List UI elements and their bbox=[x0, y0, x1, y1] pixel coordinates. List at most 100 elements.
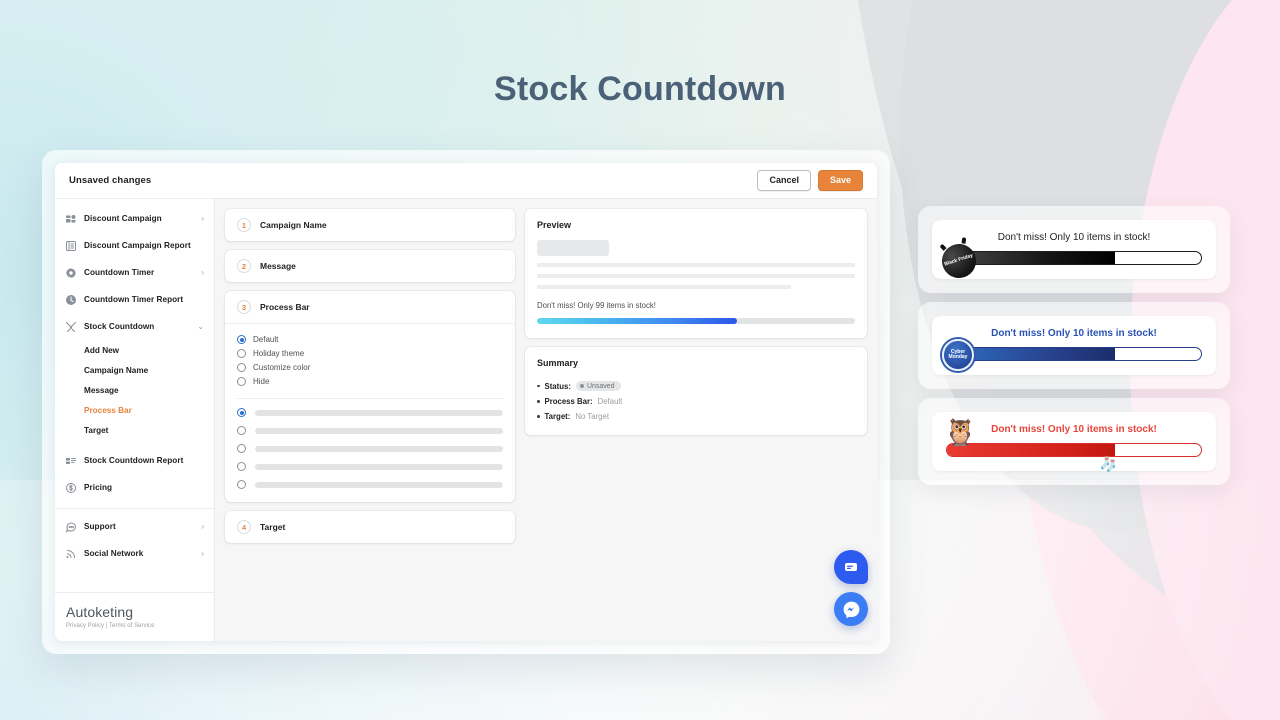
chevron-right-icon: › bbox=[201, 521, 204, 531]
summary-card: Summary Status: Unsaved Process Bar: Def… bbox=[525, 347, 867, 435]
bar-track bbox=[255, 445, 503, 452]
preview-progress-track bbox=[537, 318, 855, 324]
skeleton-line bbox=[537, 263, 855, 267]
theme-bar-wrap: Cyber Monday bbox=[942, 339, 1202, 371]
app-body: Discount Campaign › Discount Campaign Re… bbox=[55, 199, 877, 641]
process-bar-mode-options: Default Holiday theme Customize color Hi… bbox=[225, 324, 515, 394]
summary-key: Process Bar: bbox=[544, 397, 593, 406]
save-button[interactable]: Save bbox=[817, 170, 863, 191]
sidebar-item-label: Stock Countdown bbox=[84, 322, 155, 331]
section-header[interactable]: 2 Message bbox=[225, 250, 515, 282]
section-title: Process Bar bbox=[260, 302, 310, 312]
radio-option-hide[interactable]: Hide bbox=[237, 377, 503, 386]
section-header[interactable]: 1 Campaign Name bbox=[225, 209, 515, 241]
sidebar-subitem-target[interactable]: Target bbox=[55, 420, 214, 440]
radio-indicator[interactable] bbox=[237, 363, 246, 372]
report-bars-icon bbox=[64, 454, 77, 467]
summary-value: No Target bbox=[575, 412, 610, 421]
legal-links[interactable]: Privacy Policy | Terms of Service bbox=[66, 623, 203, 629]
sidebar-item-stock-countdown-report[interactable]: Stock Countdown Report bbox=[55, 447, 214, 474]
step-number: 1 bbox=[237, 218, 251, 232]
preview-progress-fill bbox=[537, 318, 738, 324]
radio-indicator[interactable] bbox=[237, 444, 246, 453]
bar-style-option[interactable] bbox=[237, 480, 503, 489]
chat-bubble-icon bbox=[64, 520, 77, 533]
status-badge-label: Unsaved bbox=[586, 382, 615, 390]
sidebar-item-label: Discount Campaign bbox=[84, 214, 162, 223]
step-number: 2 bbox=[237, 259, 251, 273]
gear-icon bbox=[64, 266, 77, 279]
section-header[interactable]: 3 Process Bar bbox=[225, 291, 515, 323]
theme-preview-list: Don't miss! Only 10 items in stock! Blac… bbox=[918, 206, 1230, 494]
summary-title: Summary bbox=[537, 358, 579, 368]
main-content: 1 Campaign Name 2 Message 3 Process Bar … bbox=[215, 199, 877, 641]
summary-key: Status: bbox=[544, 381, 571, 391]
section-target[interactable]: 4 Target bbox=[225, 511, 515, 543]
bar-style-option[interactable] bbox=[237, 444, 503, 453]
bar-track bbox=[255, 463, 503, 470]
bullet-icon bbox=[537, 415, 540, 418]
sidebar-item-label: Countdown Timer Report bbox=[84, 295, 184, 304]
brand-logo: Autoketing bbox=[66, 604, 134, 620]
section-campaign-name[interactable]: 1 Campaign Name bbox=[225, 209, 515, 241]
sidebar-item-stock-countdown[interactable]: Stock Countdown ⌄ bbox=[55, 313, 214, 340]
summary-row-status: Status: Unsaved bbox=[537, 381, 855, 391]
sidebar-item-label: Social Network bbox=[84, 549, 144, 558]
sidebar-item-label: Pricing bbox=[84, 483, 113, 492]
sidebar: Discount Campaign › Discount Campaign Re… bbox=[55, 199, 215, 641]
sidebar-item-countdown-timer[interactable]: Countdown Timer › bbox=[55, 259, 214, 286]
preview-title: Preview bbox=[537, 220, 572, 230]
sidebar-item-social-network[interactable]: Social Network › bbox=[55, 540, 214, 567]
chat-widget-button[interactable] bbox=[834, 550, 868, 584]
theme-preview-black-friday: Don't miss! Only 10 items in stock! Blac… bbox=[918, 206, 1230, 293]
page-title: Stock Countdown bbox=[494, 70, 786, 108]
radio-label: Default bbox=[253, 335, 279, 344]
radio-label: Customize color bbox=[253, 363, 311, 372]
chat-icon bbox=[845, 563, 857, 571]
tools-icon bbox=[64, 320, 77, 333]
bar-style-option[interactable] bbox=[237, 426, 503, 435]
radio-indicator[interactable] bbox=[237, 335, 246, 344]
theme-card: Don't miss! Only 10 items in stock! 🦉 🧦 bbox=[932, 412, 1216, 471]
sidebar-item-label: Discount Campaign Report bbox=[84, 241, 191, 250]
preview-column: Preview Don't miss! Only 99 items in sto… bbox=[525, 209, 867, 631]
radio-indicator[interactable] bbox=[237, 480, 246, 489]
radio-indicator[interactable] bbox=[237, 408, 246, 417]
theme-progress-track bbox=[946, 347, 1202, 361]
chevron-right-icon: › bbox=[201, 213, 204, 223]
sidebar-subitem-process-bar[interactable]: Process Bar bbox=[55, 400, 214, 420]
theme-card: Don't miss! Only 10 items in stock! Cybe… bbox=[932, 316, 1216, 375]
sidebar-item-countdown-timer-report[interactable]: Countdown Timer Report bbox=[55, 286, 214, 313]
radio-option-holiday-theme[interactable]: Holiday theme bbox=[237, 349, 503, 358]
radio-indicator[interactable] bbox=[237, 377, 246, 386]
sidebar-item-support[interactable]: Support › bbox=[55, 513, 214, 540]
cancel-button[interactable]: Cancel bbox=[757, 170, 811, 191]
theme-message: Don't miss! Only 10 items in stock! bbox=[991, 424, 1157, 435]
sidebar-item-discount-campaign[interactable]: Discount Campaign › bbox=[55, 205, 214, 232]
messenger-button[interactable] bbox=[834, 592, 868, 626]
report-list-icon bbox=[64, 239, 77, 252]
radio-indicator[interactable] bbox=[237, 462, 246, 471]
sidebar-subitem-campaign-name[interactable]: Campaign Name bbox=[55, 360, 214, 380]
bullet-icon bbox=[537, 384, 540, 388]
theme-message: Don't miss! Only 10 items in stock! bbox=[991, 328, 1157, 339]
sidebar-item-discount-campaign-report[interactable]: Discount Campaign Report bbox=[55, 232, 214, 259]
seal-badge-icon: Cyber Monday bbox=[942, 339, 974, 371]
sidebar-subitem-add-new[interactable]: Add New bbox=[55, 340, 214, 360]
section-header[interactable]: 4 Target bbox=[225, 511, 515, 543]
bar-style-option[interactable] bbox=[237, 462, 503, 471]
theme-preview-cyber-monday: Don't miss! Only 10 items in stock! Cybe… bbox=[918, 302, 1230, 389]
section-title: Campaign Name bbox=[260, 220, 327, 230]
section-message[interactable]: 2 Message bbox=[225, 250, 515, 282]
topbar-actions: Cancel Save bbox=[757, 170, 863, 191]
radio-option-customize-color[interactable]: Customize color bbox=[237, 363, 503, 372]
radio-indicator[interactable] bbox=[237, 349, 246, 358]
black-friday-badge: Black Friday bbox=[937, 239, 981, 283]
radio-option-default[interactable]: Default bbox=[237, 335, 503, 344]
sidebar-subitem-message[interactable]: Message bbox=[55, 380, 214, 400]
bar-style-option[interactable] bbox=[237, 408, 503, 417]
sidebar-item-pricing[interactable]: Pricing bbox=[55, 474, 214, 501]
section-process-bar: 3 Process Bar Default Holiday theme Cust… bbox=[225, 291, 515, 502]
radio-indicator[interactable] bbox=[237, 426, 246, 435]
bar-track bbox=[255, 481, 503, 488]
